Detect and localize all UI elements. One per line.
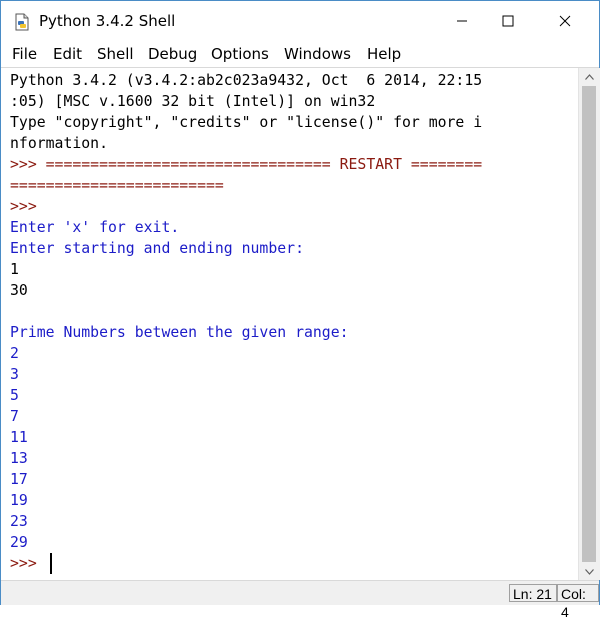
- menu-edit[interactable]: Edit: [53, 45, 82, 63]
- menu-options[interactable]: Options: [211, 45, 269, 63]
- menu-file[interactable]: File: [12, 45, 37, 63]
- shell-line: Prime Numbers between the given range:: [10, 324, 349, 341]
- shell-line: :05) [MSC v.1600 32 bit (Intel)] on win3…: [10, 93, 376, 110]
- status-line-number: Ln: 21: [509, 584, 557, 602]
- shell-line: Enter 'x' for exit.: [10, 219, 180, 236]
- menu-debug[interactable]: Debug: [148, 45, 197, 63]
- text-cursor: [50, 553, 52, 574]
- scroll-up-button[interactable]: [579, 68, 600, 85]
- maximize-button[interactable]: [485, 1, 531, 41]
- vertical-scrollbar[interactable]: [578, 68, 600, 580]
- shell-line: 3: [10, 366, 19, 383]
- status-column-number: Col: 4: [557, 584, 599, 620]
- shell-line: 1: [10, 261, 19, 278]
- shell-line: 7: [10, 408, 19, 425]
- close-icon: [559, 15, 571, 27]
- shell-line: ========================: [10, 177, 224, 194]
- shell-line: >>> ================================ RES…: [10, 156, 483, 173]
- window-title: Python 3.4.2 Shell: [39, 12, 176, 30]
- menu-windows[interactable]: Windows: [284, 45, 351, 63]
- shell-line: >>>: [10, 555, 46, 572]
- shell-line: 5: [10, 387, 19, 404]
- shell-line: 11: [10, 429, 28, 446]
- chevron-up-icon: [585, 73, 594, 80]
- shell-line: Python 3.4.2 (v3.4.2:ab2c023a9432, Oct 6…: [10, 72, 483, 89]
- shell-line: Type "copyright", "credits" or "license(…: [10, 114, 483, 131]
- python-idle-icon: [12, 12, 32, 32]
- shell-text-area[interactable]: Python 3.4.2 (v3.4.2:ab2c023a9432, Oct 6…: [1, 68, 578, 579]
- minimize-button[interactable]: [439, 1, 485, 41]
- shell-line: 30: [10, 282, 28, 299]
- shell-line: 23: [10, 513, 28, 530]
- shell-line: 17: [10, 471, 28, 488]
- shell-line: 19: [10, 492, 28, 509]
- scrollbar-thumb[interactable]: [582, 86, 596, 562]
- close-button[interactable]: [542, 1, 588, 41]
- maximize-icon: [502, 15, 514, 27]
- idle-shell-window: Python 3.4.2 Shell File Edit Shell Debug…: [0, 0, 600, 620]
- title-bar[interactable]: Python 3.4.2 Shell: [1, 1, 599, 41]
- shell-line: 2: [10, 345, 19, 362]
- scroll-down-button[interactable]: [579, 563, 600, 580]
- menu-bar: File Edit Shell Debug Options Windows He…: [1, 41, 599, 68]
- shell-line: 29: [10, 534, 28, 551]
- shell-line: >>>: [10, 198, 37, 215]
- chevron-down-icon: [585, 568, 594, 575]
- minimize-icon: [457, 20, 467, 22]
- shell-line: Enter starting and ending number:: [10, 240, 304, 257]
- menu-shell[interactable]: Shell: [97, 45, 134, 63]
- shell-line: nformation.: [10, 135, 108, 152]
- shell-line: 13: [10, 450, 28, 467]
- menu-help[interactable]: Help: [367, 45, 401, 63]
- status-bar: Ln: 21 Col: 4: [1, 580, 599, 620]
